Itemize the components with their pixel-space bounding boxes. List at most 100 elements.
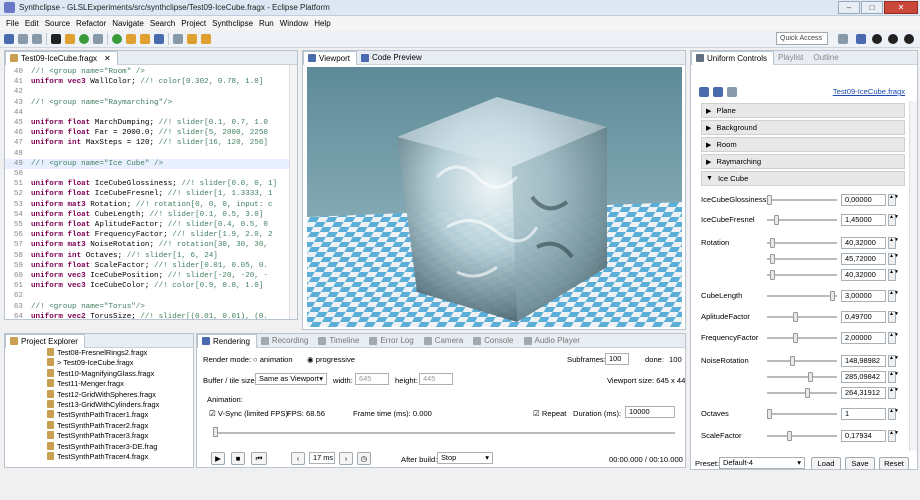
param-spinner[interactable]: ▲▼ — [888, 290, 899, 302]
param-slider[interactable] — [767, 274, 837, 276]
tab-audio-player[interactable]: Audio Player — [520, 334, 586, 348]
tree-item[interactable]: TestSynthPathTracer4.fragx — [9, 452, 193, 462]
param-spinner[interactable]: ▲▼ — [888, 332, 899, 344]
tab-uniform-controls[interactable]: Uniform Controls — [691, 51, 775, 65]
step-forward-button[interactable]: › — [339, 452, 353, 465]
refresh-icon[interactable] — [727, 87, 737, 97]
param-spinner[interactable]: ▲▼ — [888, 430, 899, 442]
code-line[interactable]: 54 uniform float CubeLength; //! slider[0… — [5, 210, 297, 220]
run-icon[interactable] — [79, 33, 89, 44]
param-value-input[interactable]: 0,00000 — [841, 194, 886, 206]
param-slider[interactable] — [767, 316, 837, 318]
param-value-input[interactable]: 148,98982 — [841, 355, 886, 367]
param-slider-knob[interactable] — [770, 270, 776, 280]
menu-synthclipse[interactable]: Synthclipse — [209, 19, 256, 28]
param-slider-knob[interactable] — [767, 195, 772, 205]
save-icon[interactable] — [18, 33, 28, 44]
menu-run[interactable]: Run — [256, 19, 277, 28]
param-value-input[interactable]: 40,32000 — [841, 237, 886, 249]
close-button[interactable]: ✕ — [884, 1, 918, 14]
code-line[interactable]: 47 uniform int MaxSteps = 120; //! slider… — [5, 138, 297, 148]
param-spinner[interactable]: ▲▼ — [888, 371, 899, 383]
param-slider[interactable] — [767, 295, 837, 297]
param-slider[interactable] — [767, 392, 837, 394]
param-value-input[interactable]: 45,72000 — [841, 253, 886, 265]
open-folder-icon[interactable] — [140, 33, 150, 44]
tab-recording[interactable]: Recording — [257, 334, 314, 348]
tree-item[interactable]: Test13-GridWithCylinders.fragx — [9, 400, 193, 410]
tab-playlist[interactable]: Playlist — [774, 51, 809, 65]
param-slider-knob[interactable] — [770, 238, 776, 248]
param-slider[interactable] — [767, 242, 837, 244]
param-spinner[interactable]: ▲▼ — [888, 387, 899, 399]
code-line[interactable]: 52 uniform float IceCubeFresnel; //! slid… — [5, 189, 297, 199]
stop-button[interactable]: ■ — [231, 452, 245, 465]
timeline-slider[interactable] — [213, 432, 675, 434]
repeat-checkbox[interactable]: ☑ Repeat — [533, 409, 566, 418]
code-line[interactable]: 50 — [5, 169, 297, 179]
uniform-file-link[interactable]: Test09-IceCube.fragx — [833, 87, 905, 96]
subframes-input[interactable]: 100 — [605, 353, 629, 365]
tab-camera[interactable]: Camera — [420, 334, 469, 348]
collapse-all-icon[interactable] — [713, 87, 723, 97]
menu-edit[interactable]: Edit — [22, 19, 42, 28]
menu-project[interactable]: Project — [178, 19, 209, 28]
code-line[interactable]: 64 uniform vec2 TorusSize; //! slider[(0.… — [5, 312, 297, 319]
quick-access-input[interactable]: Quick Access — [776, 32, 828, 45]
param-slider[interactable] — [767, 199, 837, 201]
param-spinner[interactable]: ▲▼ — [888, 253, 899, 265]
param-slider-knob[interactable] — [829, 291, 835, 301]
tab-code-preview[interactable]: Code Preview — [357, 51, 428, 65]
param-spinner[interactable]: ▲▼ — [888, 237, 899, 249]
group-room[interactable]: ▶ Room — [701, 137, 905, 152]
tab-outline[interactable]: Outline — [809, 51, 844, 65]
code-line[interactable]: 46 uniform float Far = 2000.0; //! slider… — [5, 128, 297, 138]
step-back-button[interactable]: ‹ — [291, 452, 305, 465]
menu-source[interactable]: Source — [42, 19, 73, 28]
param-slider[interactable] — [767, 360, 837, 362]
param-slider-knob[interactable] — [793, 333, 799, 343]
param-spinner[interactable]: ▲▼ — [888, 311, 899, 323]
param-spinner[interactable]: ▲▼ — [888, 355, 899, 367]
param-slider-knob[interactable] — [770, 254, 776, 264]
param-slider[interactable] — [767, 258, 837, 260]
param-slider-knob[interactable] — [793, 312, 799, 322]
param-slider[interactable] — [767, 413, 837, 415]
code-line[interactable]: 61 uniform vec3 IceCubeColor; //! color[0… — [5, 281, 297, 291]
width-input[interactable]: 645 — [355, 373, 389, 385]
perspective-debug-icon[interactable] — [888, 34, 898, 44]
code-line[interactable]: 63 //! <group name="Torus"/> — [5, 302, 297, 312]
tree-item[interactable]: TestSynthPathTracer3.fragx — [9, 431, 193, 441]
param-spinner[interactable]: ▲▼ — [888, 194, 899, 206]
perspective-icon[interactable] — [838, 34, 848, 44]
height-input[interactable]: 445 — [419, 373, 453, 385]
param-spinner[interactable]: ▲▼ — [888, 269, 899, 281]
editor-scrollbar[interactable] — [289, 65, 297, 319]
tree-item[interactable]: Test10-MagnifyingGlass.fragx — [9, 368, 193, 379]
param-value-input[interactable]: 40,32000 — [841, 269, 886, 281]
after-build-select[interactable]: Stop ▾ — [437, 452, 493, 464]
load-button[interactable]: Load — [811, 457, 841, 469]
tree-item[interactable]: > Test09-IceCube.fragx — [9, 358, 193, 368]
forward-icon[interactable] — [201, 33, 211, 44]
search-icon[interactable] — [154, 33, 164, 44]
param-slider[interactable] — [767, 435, 837, 437]
code-line[interactable]: 60 uniform vec3 IceCubePosition; //! slid… — [5, 271, 297, 281]
buffer-select[interactable]: Same as Viewport ▾ — [255, 373, 327, 385]
timeline-knob[interactable] — [213, 427, 218, 437]
code-line[interactable]: 59 uniform float ScaleFactor; //! slider[… — [5, 261, 297, 271]
code-line[interactable]: 45 uniform float MarchDumping; //! slider… — [5, 118, 297, 128]
param-slider-knob[interactable] — [773, 215, 779, 225]
menu-window[interactable]: Window — [277, 19, 311, 28]
back-icon[interactable] — [187, 33, 197, 44]
tree-item[interactable]: TestSynthPathTracer2.fragx — [9, 420, 193, 431]
code-line[interactable]: 48 — [5, 149, 297, 159]
param-slider-knob[interactable] — [807, 372, 813, 382]
reset-button[interactable]: Reset — [879, 457, 909, 469]
external-tools-icon[interactable] — [126, 33, 136, 44]
param-slider[interactable] — [767, 376, 837, 378]
play-icon[interactable] — [51, 33, 61, 44]
radio-animation[interactable]: ○ animation — [253, 355, 293, 364]
group-raymarching[interactable]: ▶ Raymarching — [701, 154, 905, 169]
tree-item[interactable]: Test12-GridWithSpheres.fragx — [9, 389, 193, 400]
